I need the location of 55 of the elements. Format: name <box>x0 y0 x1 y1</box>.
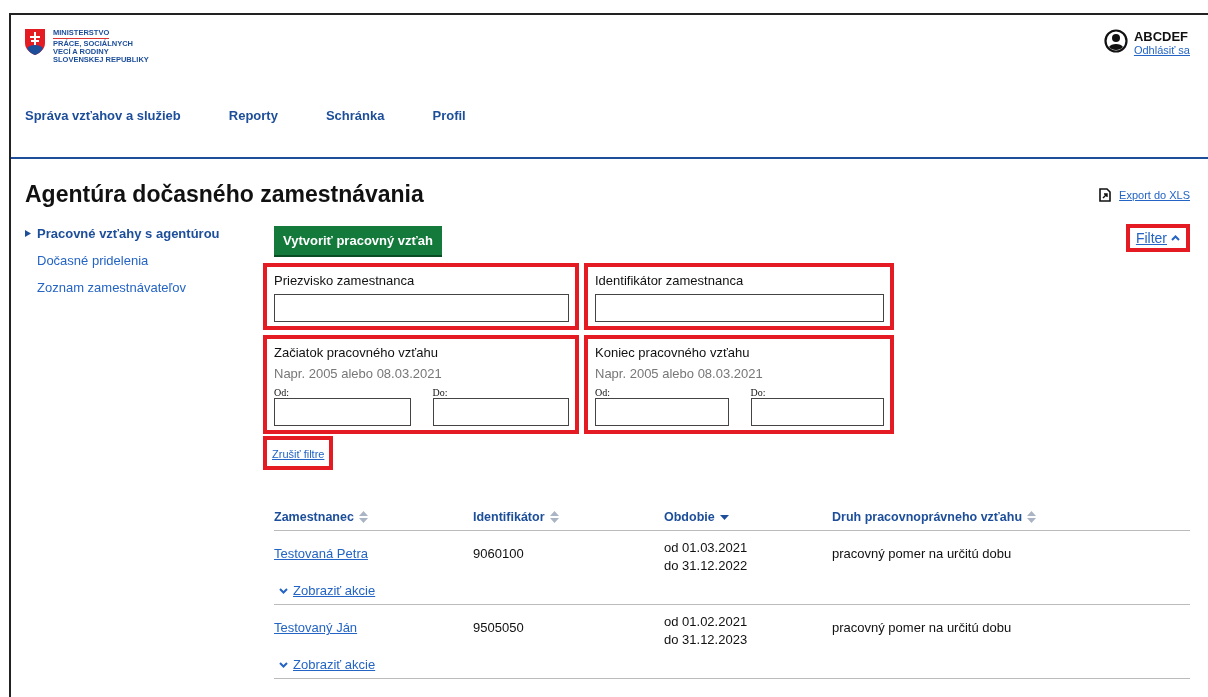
text-input-field[interactable] <box>595 294 884 322</box>
sort-icon <box>1027 511 1037 523</box>
table-cell-text: 9505050 <box>473 619 525 635</box>
export-link[interactable]: Export do XLS <box>1119 188 1190 201</box>
filter-toggle[interactable]: Filter <box>1125 224 1190 252</box>
date-from-field[interactable] <box>595 398 729 426</box>
employee-link[interactable]: Testovaný Ján <box>274 620 358 635</box>
nav-link[interactable]: Profil <box>432 107 466 123</box>
chevron-up-icon <box>1171 235 1180 241</box>
logout-link[interactable]: Odhlásiť sa <box>1133 44 1190 56</box>
period-cell-text: od 01.02.2021 do 31.12.2023 <box>664 613 749 649</box>
triangle-right-icon <box>25 230 31 237</box>
field-label: Začiatok pracovného vzťahu <box>274 345 439 360</box>
table-cell-text: pracovný pomer na určitú dobu <box>832 619 1013 635</box>
date-from-field[interactable] <box>274 398 411 426</box>
file-export-icon <box>1099 187 1112 202</box>
create-button[interactable]: Vytvoriť pracovný vzťah <box>274 226 442 255</box>
sidebar-item[interactable]: Pracovné vzťahy s agentúrou <box>25 226 263 241</box>
user-avatar-icon <box>1103 29 1128 53</box>
show-actions-link[interactable]: Zobraziť akcie <box>279 657 664 672</box>
sidebar-item[interactable]: Zoznam zamestnávateľov <box>25 280 263 295</box>
field-label: Identifikátor zamestnanca <box>595 273 745 288</box>
sort-desc-icon <box>719 514 729 520</box>
clear-filters-link[interactable]: Zrušiť filtre <box>272 448 325 460</box>
to-label: Do: <box>750 387 767 398</box>
to-label: Do: <box>432 387 449 398</box>
column-header[interactable]: Druh pracovnoprávneho vzťahu <box>832 510 1190 524</box>
user-name: ABCDEF <box>1133 29 1190 44</box>
date-to-field[interactable] <box>432 398 569 426</box>
nav-link[interactable]: Schránka <box>325 107 385 123</box>
show-actions-link[interactable]: Zobraziť akcie <box>279 583 664 598</box>
table-cell-text: pracovný pomer na určitú dobu <box>832 545 1013 561</box>
chevron-down-icon <box>279 587 288 594</box>
date-to-field[interactable] <box>750 398 884 426</box>
employee-link[interactable]: Testovaná Petra <box>274 546 368 561</box>
page-title: Agentúra dočasného zamestnávania <box>25 181 424 208</box>
field-label: Koniec pracovného vzťahu <box>595 345 751 360</box>
text-input-field[interactable] <box>274 294 569 322</box>
field-hint: Napr. 2005 alebo 08.03.2021 <box>595 366 764 381</box>
sort-icon <box>358 511 368 523</box>
period-cell-text: od 01.03.2021 do 31.12.2022 <box>664 539 749 575</box>
column-header[interactable]: Zamestnanec <box>274 510 473 524</box>
nav-link[interactable]: Správa vzťahov a služieb <box>25 107 181 123</box>
from-label: Od: <box>595 387 611 398</box>
table-cell-text: 9060100 <box>473 545 525 561</box>
field-hint: Napr. 2005 alebo 08.03.2021 <box>274 366 443 381</box>
nav-link[interactable]: Reporty <box>228 107 278 123</box>
coat-of-arms-icon <box>25 29 45 55</box>
sidebar-item[interactable]: Dočasné pridelenia <box>25 253 263 268</box>
from-label: Od: <box>274 387 290 398</box>
column-header[interactable]: Identifikátor <box>473 510 664 524</box>
column-header[interactable]: Obdobie <box>664 510 832 524</box>
chevron-down-icon <box>279 661 288 668</box>
sort-icon <box>549 511 559 523</box>
field-label: Priezvisko zamestnanca <box>274 273 416 288</box>
